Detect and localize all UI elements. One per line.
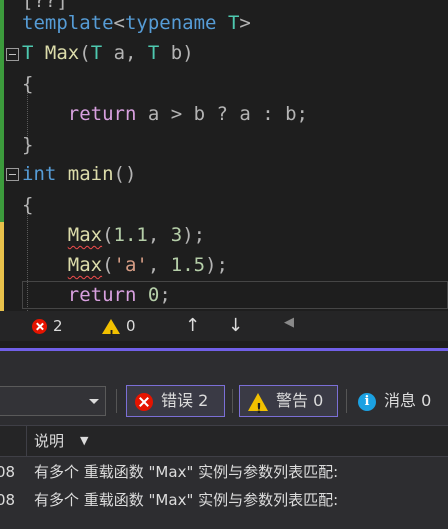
code-line[interactable]: Max('a', 1.5); <box>22 250 228 280</box>
sort-descending-icon[interactable]: ▼ <box>80 426 88 456</box>
warning-count-indicator[interactable]: 0 <box>102 311 136 350</box>
code-token: return <box>67 284 137 306</box>
code-token: main <box>67 163 114 185</box>
code-token: , <box>147 254 171 276</box>
code-token: a, <box>102 42 148 64</box>
warning-count: 0 <box>126 317 136 335</box>
code-line[interactable]: return 0; <box>22 280 171 310</box>
error-list-panel: 错误 2 警告 0 i 消息 0 说明 ▼ 08 有多个 重载函数 "Max" 实… <box>0 351 448 529</box>
code-token: < <box>113 12 125 34</box>
previous-issue-button[interactable]: ↑ <box>185 311 200 341</box>
scroll-left-button[interactable]: ◀ <box>284 308 308 338</box>
code-token: () <box>113 163 137 185</box>
code-token: Max <box>44 42 80 64</box>
code-token: T <box>22 42 34 64</box>
code-token: template <box>22 12 114 34</box>
fold-collapse-icon[interactable] <box>6 48 19 61</box>
code-token: Max <box>67 224 103 246</box>
error-description: 有多个 重载函数 "Max" 实例与参数列表匹配: <box>34 491 339 509</box>
messages-filter-label: 消息 0 <box>384 391 432 410</box>
code-token: typename <box>124 12 217 34</box>
code-token: ; <box>159 284 171 306</box>
toolbar-divider <box>346 389 347 413</box>
code-line[interactable]: Max(1.1, 3); <box>22 220 205 250</box>
code-token: int <box>22 163 57 185</box>
code-token: a > b ? a : b; <box>136 103 308 125</box>
code-line[interactable]: return a > b ? a : b; <box>22 99 308 129</box>
code-token: 3 <box>170 224 183 246</box>
code-editor[interactable]: [??] template<typename T> T Max(T a, T b){… <box>0 0 448 311</box>
code-line[interactable]: template<typename T> <box>22 8 251 38</box>
table-row[interactable]: 08 有多个 重载函数 "Max" 实例与参数列表匹配: <box>0 457 448 487</box>
warnings-filter-label: 警告 0 <box>276 391 324 410</box>
error-code: 08 <box>0 463 16 481</box>
code-token: { <box>22 73 34 95</box>
error-icon <box>32 319 47 334</box>
fold-collapse-icon[interactable] <box>6 168 19 181</box>
toolbar-divider <box>232 389 233 413</box>
error-count-indicator[interactable]: 2 <box>32 311 63 341</box>
info-icon: i <box>358 392 376 411</box>
code-line[interactable]: } <box>22 130 33 160</box>
editor-status-bar: 2 0 ↑ ↓ ◀ <box>0 308 448 350</box>
unsaved-change-indicator <box>0 222 4 311</box>
code-token: , <box>147 224 171 246</box>
code-token: } <box>22 134 34 156</box>
next-issue-button[interactable]: ↓ <box>228 311 243 341</box>
column-header-description[interactable]: 说明 <box>34 426 64 456</box>
code-line[interactable]: int main() <box>22 159 136 189</box>
code-line[interactable]: { <box>22 190 33 220</box>
error-list-toolbar: 错误 2 警告 0 i 消息 0 <box>0 381 448 425</box>
chevron-down-icon <box>89 399 99 404</box>
code-line[interactable]: T Max(T a, T b) <box>22 38 194 68</box>
errors-filter-button[interactable]: 错误 2 <box>126 385 225 417</box>
messages-filter-button[interactable]: i 消息 0 <box>358 385 431 417</box>
code-token: 1.5 <box>170 254 206 276</box>
column-divider[interactable] <box>26 426 27 456</box>
error-description: 有多个 重载函数 "Max" 实例与参数列表匹配: <box>34 463 339 481</box>
code-token: { <box>22 194 34 216</box>
error-list-header: 说明 ▼ <box>0 425 448 457</box>
code-token: 0 <box>147 284 160 306</box>
error-count: 2 <box>53 317 63 335</box>
warning-icon <box>102 319 120 350</box>
warning-icon <box>248 392 268 425</box>
code-token: ( <box>79 42 91 64</box>
code-token: T <box>90 42 103 64</box>
errors-filter-label: 错误 2 <box>161 391 209 410</box>
warnings-filter-button[interactable]: 警告 0 <box>239 385 338 425</box>
error-code: 08 <box>0 491 16 509</box>
code-token: T <box>147 42 160 64</box>
code-token: b) <box>159 42 194 64</box>
code-token: Max <box>67 254 103 276</box>
table-row[interactable]: 08 有多个 重载函数 "Max" 实例与参数列表匹配: <box>0 485 448 515</box>
code-token: 1.1 <box>113 224 148 246</box>
code-token: return <box>67 103 137 125</box>
code-token: T <box>227 12 240 34</box>
code-line[interactable]: { <box>22 69 33 99</box>
code-token: ); <box>205 254 228 276</box>
code-token: ); <box>182 224 206 246</box>
error-icon <box>135 392 153 411</box>
scope-dropdown[interactable] <box>0 386 106 416</box>
toolbar-divider <box>116 389 117 413</box>
code-token: 'a' <box>113 254 148 276</box>
code-token: ( <box>102 254 114 276</box>
code-token: ( <box>102 224 114 246</box>
code-token: > <box>239 12 251 34</box>
